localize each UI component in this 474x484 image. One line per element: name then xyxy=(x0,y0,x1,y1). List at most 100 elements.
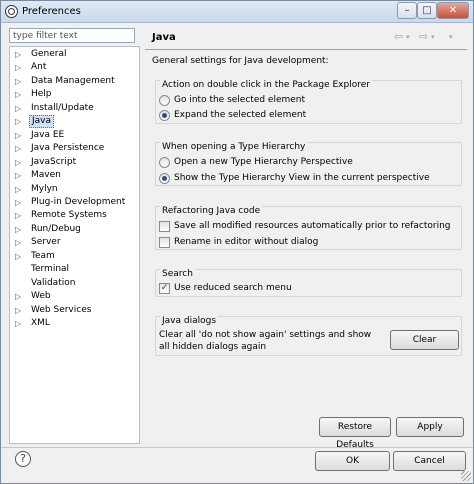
tree-item[interactable]: ▷ Plug-in Development xyxy=(10,196,139,209)
tree-item[interactable]: ▷ Java Persistence xyxy=(10,142,139,155)
tree-item-label: Plug-in Development xyxy=(31,196,126,207)
help-icon[interactable]: ? xyxy=(15,451,31,467)
go-into-radio[interactable] xyxy=(159,95,170,106)
expand-arrow-icon[interactable]: ▷ xyxy=(15,49,25,60)
expand-arrow-icon[interactable]: ▷ xyxy=(15,305,25,316)
title-bar[interactable]: Preferences – □ ✕ xyxy=(1,1,473,23)
preference-page: Java ⇦ ▾ ⇨ ▾ ▾ General settings for Java… xyxy=(144,26,469,450)
tree-item[interactable]: ▷ Web Services xyxy=(10,304,139,317)
show-view-radio[interactable] xyxy=(159,173,170,184)
expand-arrow-icon[interactable]: ▷ xyxy=(15,130,25,141)
expand-arrow-icon[interactable]: ▷ xyxy=(15,116,25,127)
tree-item[interactable]: ▷ General xyxy=(10,48,139,61)
expand-arrow-icon[interactable]: ▷ xyxy=(15,197,25,208)
tree-item-label: Install/Update xyxy=(31,102,94,113)
expand-arrow-icon[interactable]: ▷ xyxy=(15,318,25,329)
restore-defaults-button[interactable]: Restore Defaults xyxy=(319,417,391,450)
forward-dropdown-icon[interactable]: ▾ xyxy=(431,33,435,41)
apply-button[interactable]: Apply xyxy=(396,417,464,437)
clear-dialogs-text: Clear all 'do not show again' settings a… xyxy=(159,330,372,352)
tree-item[interactable]: ▷ Ant xyxy=(10,61,139,74)
expand-arrow-icon[interactable]: ▷ xyxy=(15,89,25,100)
tree-item-label: Web xyxy=(31,291,51,302)
preference-tree[interactable]: ▷ General ▷ Ant ▷ Data Management ▷ Help ▷ Instal… xyxy=(9,46,140,444)
tree-item-label: Team xyxy=(31,250,55,261)
rename-in-editor-checkbox[interactable] xyxy=(159,237,170,248)
open-perspective-radio[interactable] xyxy=(159,157,170,168)
option-label: Open a new Type Hierarchy Perspective xyxy=(174,157,353,167)
tree-item[interactable]: ▷ Java EE xyxy=(10,129,139,142)
java-dialogs-group: Java dialogs Clear all 'do not show agai… xyxy=(155,316,462,356)
tree-item[interactable]: ▷ Remote Systems xyxy=(10,209,139,222)
type-hierarchy-group: When opening a Type Hierarchy Open a new… xyxy=(155,142,462,186)
forward-arrow-icon[interactable]: ⇨ xyxy=(419,30,428,43)
expand-arrow-icon[interactable]: ▷ xyxy=(15,291,25,302)
tree-item-label: General xyxy=(31,49,67,59)
back-dropdown-icon[interactable]: ▾ xyxy=(406,33,410,41)
view-menu-icon[interactable]: ▾ xyxy=(449,33,453,41)
tree-item[interactable]: ▷ Data Management xyxy=(10,75,139,88)
tree-item[interactable]: ▷ Java xyxy=(10,115,139,129)
tree-item-label: Data Management xyxy=(31,75,115,86)
tree-item-label: Java EE xyxy=(31,129,65,140)
expand-arrow-icon[interactable]: ▷ xyxy=(15,237,25,248)
filter-input[interactable] xyxy=(9,28,135,43)
preferences-window: Preferences – □ ✕ ▷ General ▷ Ant ▷ Data Mana… xyxy=(0,0,474,484)
option-label: Save all modified resources automaticall… xyxy=(174,221,451,231)
save-modified-checkbox[interactable] xyxy=(159,221,170,232)
tree-item-label: Remote Systems xyxy=(31,210,107,221)
tree-item[interactable]: ▷ XML xyxy=(10,317,139,330)
tree-item[interactable]: ▷ Run/Debug xyxy=(10,223,139,236)
eclipse-app-icon xyxy=(5,5,18,18)
window-title: Preferences xyxy=(22,6,81,17)
tree-item-label: JavaScript xyxy=(31,156,77,167)
minimize-button[interactable]: – xyxy=(397,2,417,19)
tree-item[interactable]: Validation xyxy=(10,277,139,290)
ok-button[interactable]: OK xyxy=(315,451,390,471)
tree-item[interactable]: Terminal xyxy=(10,263,139,276)
tree-item[interactable]: ▷ Server xyxy=(10,236,139,249)
expand-arrow-icon[interactable]: ▷ xyxy=(15,143,25,154)
expand-arrow-icon[interactable]: ▷ xyxy=(15,76,25,87)
expand-arrow-icon[interactable]: ▷ xyxy=(15,62,25,73)
expand-arrow-icon[interactable]: ▷ xyxy=(15,157,25,168)
footer-separator xyxy=(1,447,473,448)
close-button[interactable]: ✕ xyxy=(437,2,469,19)
tree-item[interactable]: ▷ JavaScript xyxy=(10,156,139,169)
tree-item-label: Run/Debug xyxy=(31,223,81,234)
tree-item-label: Ant xyxy=(31,62,47,73)
group-title: Action on double click in the Package Ex… xyxy=(160,80,372,90)
maximize-button[interactable]: □ xyxy=(417,2,437,19)
clear-button[interactable]: Clear xyxy=(390,330,459,350)
tree-item[interactable]: ▷ Team xyxy=(10,250,139,263)
tree-item-label: Validation xyxy=(31,277,76,288)
expand-arrow-icon[interactable]: ▷ xyxy=(15,210,25,221)
group-title: When opening a Type Hierarchy xyxy=(160,142,308,152)
option-label: Expand the selected element xyxy=(174,110,307,120)
expand-radio[interactable] xyxy=(159,110,170,121)
expand-arrow-icon[interactable]: ▷ xyxy=(15,224,25,235)
expand-arrow-icon[interactable]: ▷ xyxy=(15,103,25,114)
group-title: Search xyxy=(160,269,195,279)
search-group: Search ✓ Use reduced search menu xyxy=(155,269,462,297)
tree-item-label: Java xyxy=(29,115,55,129)
tree-item[interactable]: ▷ Web xyxy=(10,290,139,303)
resize-grip-icon[interactable] xyxy=(461,471,471,481)
expand-arrow-icon[interactable]: ▷ xyxy=(15,170,25,181)
cancel-button[interactable]: Cancel xyxy=(393,451,466,471)
option-label: Show the Type Hierarchy View in the curr… xyxy=(174,173,430,183)
back-arrow-icon[interactable]: ⇦ xyxy=(394,30,403,43)
expand-arrow-icon[interactable]: ▷ xyxy=(15,184,25,195)
reduced-search-checkbox[interactable]: ✓ xyxy=(159,283,170,294)
tree-item[interactable]: ▷ Help xyxy=(10,88,139,101)
tree-item[interactable]: ▷ Install/Update xyxy=(10,102,139,115)
tree-item-label: Java Persistence xyxy=(31,143,105,154)
tree-item[interactable]: ▷ Maven xyxy=(10,169,139,182)
page-description: General settings for Java development: xyxy=(152,56,329,66)
group-title: Refactoring Java code xyxy=(160,206,263,216)
option-label: Go into the selected element xyxy=(174,95,306,105)
expand-arrow-icon[interactable]: ▷ xyxy=(15,251,25,262)
tree-item-label: Web Services xyxy=(31,304,92,315)
tree-item[interactable]: ▷ Mylyn xyxy=(10,183,139,196)
tree-item-label: Maven xyxy=(31,170,61,181)
